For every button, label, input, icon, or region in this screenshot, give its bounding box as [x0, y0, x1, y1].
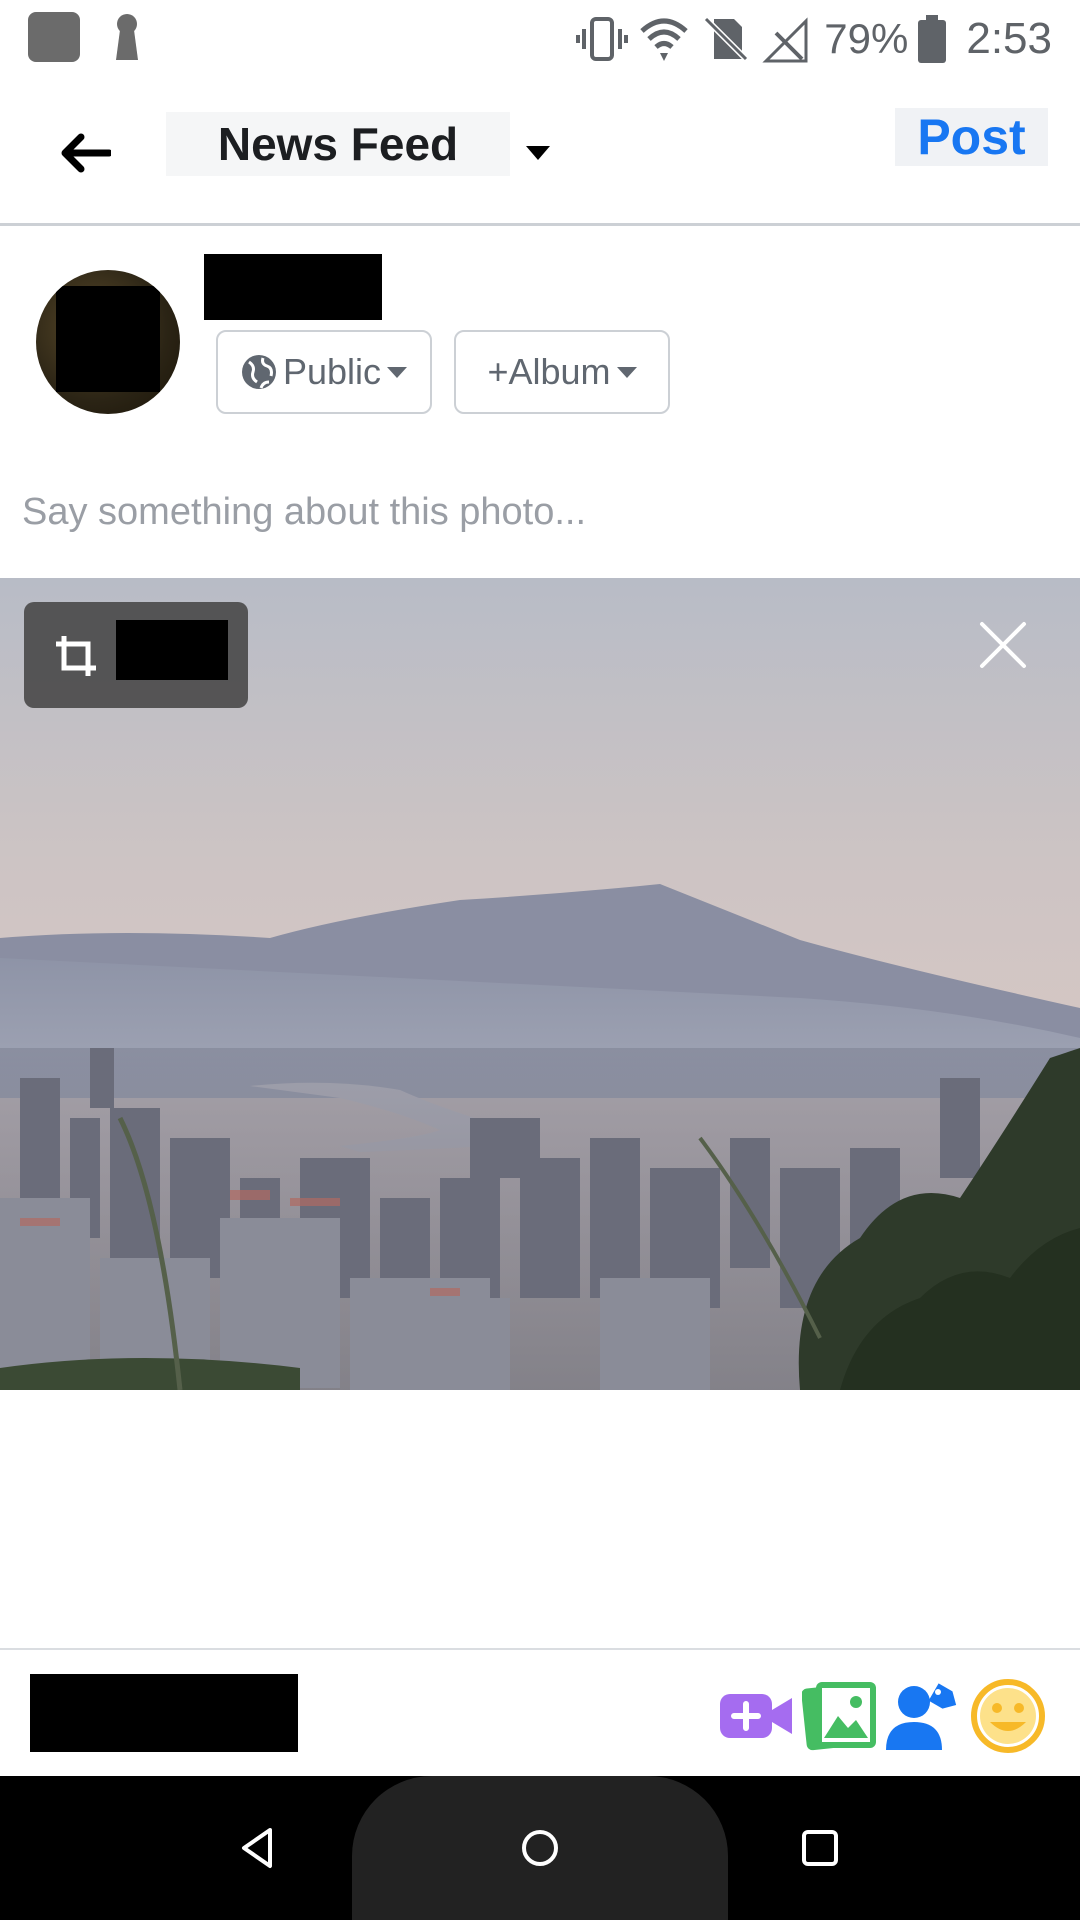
keyhole-icon: [116, 14, 138, 60]
video-icon[interactable]: [718, 1678, 794, 1754]
bottom-label-redaction: [30, 1674, 298, 1752]
battery-icon: [918, 15, 947, 63]
photo-icon[interactable]: [802, 1678, 878, 1754]
photo-caption-input[interactable]: [22, 484, 1022, 540]
caret-down-icon: [387, 367, 408, 378]
post-button[interactable]: Post: [895, 108, 1048, 166]
system-navigation-bar: [0, 1776, 1080, 1920]
tag-people-icon[interactable]: [884, 1678, 960, 1754]
privacy-selector-button[interactable]: Public: [216, 330, 432, 414]
header: News Feed Post: [0, 78, 1080, 226]
caret-down-icon[interactable]: [522, 140, 554, 164]
album-label: +Album: [487, 351, 611, 392]
no-sim-icon: [704, 16, 749, 62]
crop-icon: [56, 636, 96, 676]
status-icons: 79% 2:53: [576, 0, 1052, 78]
privacy-label: Public: [282, 351, 382, 392]
nav-recents-icon[interactable]: [784, 1812, 856, 1884]
user-name-redaction: [204, 254, 382, 320]
nav-back-icon[interactable]: [224, 1812, 296, 1884]
wifi-icon: [640, 18, 688, 61]
avatar: [36, 270, 180, 414]
clock: 2:53: [966, 14, 1052, 63]
crop-label-redaction: [116, 620, 228, 680]
status-bar: 79% 2:53: [0, 0, 1080, 78]
notification-square-icon: [28, 12, 80, 62]
nav-home-icon[interactable]: [504, 1812, 576, 1884]
arrow-left-icon: [61, 133, 111, 173]
feeling-icon[interactable]: [970, 1678, 1046, 1754]
close-icon[interactable]: [976, 618, 1030, 672]
composer-action-bar: [0, 1648, 1080, 1776]
globe-icon: [241, 355, 276, 389]
avatar-redaction: [56, 286, 160, 392]
crop-button[interactable]: [24, 602, 248, 708]
back-button[interactable]: [50, 118, 120, 188]
battery-percent: 79%: [824, 15, 909, 62]
no-signal-icon: [762, 17, 808, 63]
vibrate-icon: [576, 17, 629, 61]
album-selector-button[interactable]: +Album: [454, 330, 670, 414]
caret-down-icon: [616, 367, 637, 378]
attached-photo: [0, 578, 1080, 1390]
page-title: News Feed: [217, 118, 459, 170]
audience-selector[interactable]: News Feed: [166, 112, 510, 176]
